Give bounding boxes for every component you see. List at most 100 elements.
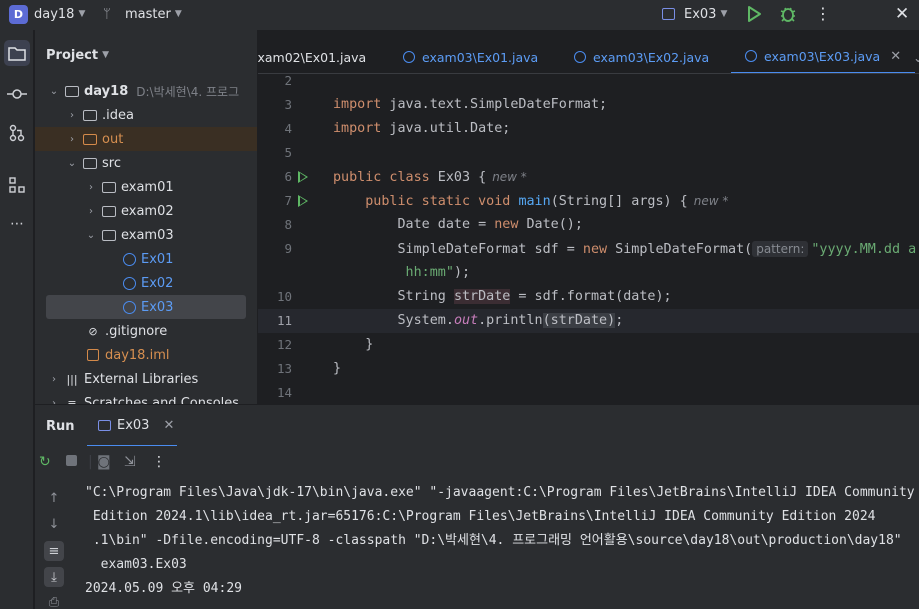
tree-item-ex03[interactable]: Ex03 — [46, 295, 246, 319]
chevron-down-icon[interactable]: ⌄ — [66, 158, 78, 169]
project-badge[interactable]: D — [9, 5, 28, 24]
run-tab-ex03[interactable]: Ex03 ✕ — [87, 405, 177, 447]
run-gutter-icon[interactable] — [298, 171, 308, 183]
tree-item-label: exam01 — [121, 179, 174, 195]
console-line: exam03.Ex03 — [85, 557, 187, 572]
editor-gutter: 2 3 4 5 6 7 8 9 10 11 12 13 14 — [258, 75, 328, 404]
tab-label: exam03\Ex02.java — [593, 49, 710, 65]
chevron-right-icon[interactable]: › — [85, 182, 97, 193]
run-config-selector[interactable]: Ex03 ▼ — [684, 7, 727, 22]
title-bar: D day18 ▼ ᛘ master ▼ Ex03 ▼ ⋮ ✕ — [0, 0, 919, 30]
tree-item-exam03[interactable]: ⌄ exam03 — [35, 223, 247, 247]
commit-tool-icon[interactable] — [4, 81, 30, 107]
chevron-right-icon[interactable]: › — [66, 134, 78, 145]
package-icon — [101, 204, 117, 218]
restore-layout-icon[interactable]: ⇲ — [124, 454, 136, 470]
console-output[interactable]: "C:\Program Files\Java\jdk-17\bin\java.e… — [72, 479, 919, 609]
close-tab-icon[interactable]: ✕ — [163, 418, 174, 433]
rerun-icon[interactable]: ↻ — [39, 454, 51, 470]
tree-item-external-libraries[interactable]: › ||| External Libraries — [35, 367, 247, 391]
code-line-3: import java.text.SimpleDateFormat; — [333, 97, 608, 112]
chevron-right-icon[interactable]: › — [48, 374, 60, 385]
close-tab-icon[interactable]: ✕ — [890, 49, 901, 64]
tab-exam02-ex01[interactable]: exam02\Ex01.java — [258, 40, 367, 73]
tab-exam03-ex03[interactable]: exam03\Ex03.java ✕ — [731, 40, 916, 73]
java-class-icon — [403, 51, 415, 63]
tree-item-label: Ex02 — [141, 275, 174, 291]
code-line-6: public class Ex03 {new * — [333, 170, 527, 185]
console-line: 2024.05.09 오후 04:29 — [85, 581, 242, 596]
tab-label: exam02\Ex01.java — [258, 49, 367, 65]
tree-item-ex02[interactable]: Ex02 — [35, 271, 247, 295]
close-icon[interactable]: ✕ — [895, 4, 909, 24]
tree-item-exam01[interactable]: › exam01 — [35, 175, 247, 199]
code-line-9: SimpleDateFormat sdf = new SimpleDateFor… — [333, 241, 917, 257]
run-gutter-icon[interactable] — [298, 195, 308, 207]
camera-icon[interactable]: ◙ — [97, 454, 111, 470]
more-actions-icon[interactable]: ⋮ — [815, 4, 831, 23]
more-tools-icon[interactable]: ⋯ — [4, 211, 30, 237]
project-selector[interactable]: day18 ▼ — [34, 7, 85, 22]
java-class-icon — [574, 51, 586, 63]
tree-item-exam02[interactable]: › exam02 — [35, 199, 247, 223]
code-line-10: String strDate = sdf.format(date); — [333, 289, 672, 304]
tree-item-ex01[interactable]: Ex01 — [35, 247, 247, 271]
tree-item-root[interactable]: ⌄ day18 D:\박세현\4. 프로그 — [35, 79, 247, 103]
scroll-to-end-icon[interactable]: ⤓ — [44, 567, 64, 587]
chevron-right-icon[interactable]: › — [66, 110, 78, 121]
console-line: Edition 2024.1\lib\idea_rt.jar=65176:C:\… — [85, 509, 876, 524]
tree-item-scratches[interactable]: › ≡ Scratches and Consoles — [35, 391, 247, 405]
print-icon[interactable]: ⎙ — [44, 592, 64, 609]
run-panel-title: Run — [46, 419, 75, 434]
tree-item-src[interactable]: ⌄ src — [35, 151, 247, 175]
scratches-icon: ≡ — [67, 396, 77, 405]
tree-item-iml[interactable]: day18.iml — [35, 343, 247, 367]
code-vision-hint[interactable]: new * — [492, 170, 527, 184]
java-class-icon — [121, 300, 137, 314]
line-number: 8 — [284, 217, 292, 232]
tab-exam03-ex01[interactable]: exam03\Ex01.java — [403, 40, 538, 73]
chevron-down-icon[interactable]: ⌄ — [48, 86, 60, 97]
debug-icon[interactable] — [779, 5, 797, 23]
stop-icon[interactable] — [66, 455, 77, 466]
tree-item-idea[interactable]: › .idea — [35, 103, 247, 127]
tree-item-path: D:\박세현\4. 프로그 — [136, 84, 240, 99]
tab-exam03-ex02[interactable]: exam03\Ex02.java — [574, 40, 710, 73]
code-line-9-wrap: hh:mm"); — [333, 265, 471, 280]
tree-item-out[interactable]: › out — [35, 127, 257, 151]
project-panel: Project ▼ ⌄ day18 D:\박세현\4. 프로그 › .idea ›… — [35, 30, 257, 404]
run-icon[interactable] — [746, 5, 762, 23]
line-number: 11 — [276, 313, 292, 328]
code-editor[interactable]: 2 3 4 5 6 7 8 9 10 11 12 13 14 import ja… — [258, 75, 919, 404]
code-vision-hint[interactable]: new * — [694, 194, 729, 208]
tabs-overflow-icon[interactable]: ⌄ — [913, 40, 919, 73]
line-number: 13 — [276, 361, 292, 376]
line-number: 14 — [276, 385, 292, 400]
run-config-icon — [98, 419, 111, 431]
pull-requests-icon[interactable] — [4, 120, 30, 146]
tree-item-label: day18 — [84, 83, 129, 99]
soft-wrap-icon[interactable]: ≡ — [44, 541, 64, 561]
scroll-up-icon[interactable]: ↑ — [44, 488, 64, 508]
branch-name: master — [125, 7, 171, 22]
ignore-file-icon: ⊘ — [88, 324, 98, 338]
chevron-right-icon[interactable]: › — [85, 206, 97, 217]
module-file-icon — [85, 348, 101, 362]
code-line-11: System.out.println(strDate); — [333, 313, 624, 328]
chevron-down-icon[interactable]: ⌄ — [85, 230, 97, 241]
code-line-12: } — [333, 337, 374, 352]
project-panel-title[interactable]: Project ▼ — [46, 48, 109, 63]
branch-selector[interactable]: master ▼ — [125, 7, 182, 22]
chevron-down-icon: ▼ — [78, 9, 86, 19]
code-line-8: Date date = new Date(); — [333, 217, 583, 232]
scroll-down-icon[interactable]: ↓ — [44, 514, 64, 534]
tree-item-label: src — [102, 155, 121, 171]
tree-item-gitignore[interactable]: ⊘ .gitignore — [35, 319, 247, 343]
structure-tool-icon[interactable] — [4, 172, 30, 198]
package-icon — [101, 228, 117, 242]
line-number: 7 — [284, 193, 292, 208]
project-tool-icon[interactable] — [4, 40, 30, 66]
tree-item-label: exam02 — [121, 203, 174, 219]
more-actions-icon[interactable]: ⋮ — [152, 454, 166, 470]
console-line: "C:\Program Files\Java\jdk-17\bin\java.e… — [85, 485, 915, 500]
